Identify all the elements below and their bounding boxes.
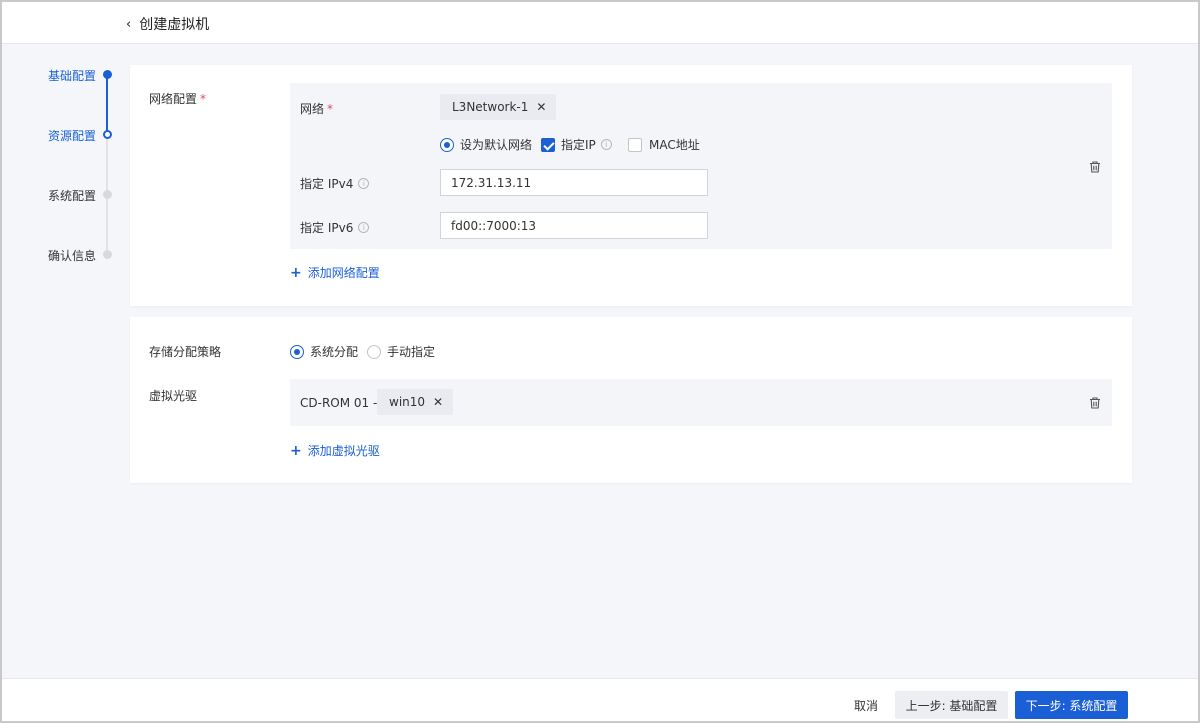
default-network-label: 设为默认网络	[460, 138, 533, 152]
network-label: 网络 *	[300, 100, 333, 117]
close-icon[interactable]: ✕	[433, 395, 443, 409]
info-icon: i	[358, 222, 370, 233]
virtual-cdrom-label: 虚拟光驱	[149, 389, 198, 403]
storage-strategy-label: 存储分配策略	[149, 345, 222, 359]
radio-icon[interactable]	[440, 137, 454, 152]
step-dot	[103, 70, 112, 79]
step-system-config[interactable]: 系统配置	[2, 185, 114, 205]
ipv4-input[interactable]: 172.31.13.11	[440, 169, 708, 196]
footer-bar: 取消 上一步: 基础配置 下一步: 系统配置	[2, 678, 1198, 721]
system-allocation-radio[interactable]: 系统分配	[290, 343, 358, 360]
cancel-button[interactable]: 取消	[838, 691, 894, 719]
step-label: 确认信息	[47, 249, 96, 263]
specify-ip-checkbox[interactable]: 指定IP i	[541, 136, 612, 153]
ipv4-label-text: 指定 IPv4	[300, 177, 354, 191]
manual-assign-radio[interactable]: 手动指定	[367, 343, 435, 360]
close-icon[interactable]: ✕	[536, 100, 546, 114]
cdrom-tag[interactable]: win10 ✕	[377, 389, 454, 415]
ipv6-label-text: 指定 IPv6	[300, 221, 354, 235]
storage-config-card: 存储分配策略 系统分配 手动指定 虚拟光驱 CD-ROM 01 - win10 …	[130, 317, 1132, 483]
system-allocation-label: 系统分配	[310, 345, 359, 359]
step-label: 系统配置	[47, 189, 96, 203]
network-label-text: 网络	[300, 102, 325, 116]
app-window: ‹ 创建虚拟机 基础配置 资源配置 系统配置 确认信息 网络配置 * 网络 * …	[0, 0, 1200, 723]
checkbox-icon[interactable]	[628, 137, 642, 152]
cdrom-item-panel: CD-ROM 01 - win10 ✕	[290, 379, 1112, 426]
page-header: ‹ 创建虚拟机	[2, 2, 1198, 44]
radio-icon[interactable]	[290, 344, 304, 359]
default-network-radio[interactable]: 设为默认网络	[440, 136, 532, 153]
specify-ip-label: 指定IP	[561, 138, 596, 152]
network-tag[interactable]: L3Network-1 ✕	[440, 94, 557, 120]
plus-icon: +	[290, 442, 302, 459]
add-network-config-button[interactable]: + 添加网络配置	[290, 264, 380, 281]
mac-address-checkbox[interactable]: MAC地址	[628, 136, 700, 153]
network-config-label-text: 网络配置	[149, 92, 198, 106]
radio-icon[interactable]	[367, 344, 381, 359]
step-dot	[103, 190, 112, 199]
plus-icon: +	[290, 264, 302, 281]
ipv4-value: 172.31.13.11	[451, 175, 532, 190]
network-config-label: 网络配置 *	[149, 90, 206, 107]
add-network-config-label: 添加网络配置	[307, 266, 380, 280]
network-tag-label: L3Network-1	[452, 100, 529, 114]
cdrom-tag-label: win10	[389, 395, 426, 409]
step-dot	[103, 250, 112, 259]
manual-assign-label: 手动指定	[387, 345, 436, 359]
step-indicator: 基础配置 资源配置 系统配置 确认信息	[2, 62, 122, 282]
required-mark: *	[200, 92, 207, 106]
ipv6-label: 指定 IPv6 i	[300, 219, 370, 236]
network-item-panel: 网络 * L3Network-1 ✕ 设为默认网络 指定IP i MAC地址 指定…	[290, 83, 1112, 249]
ipv6-input[interactable]: fd00::7000:13	[440, 212, 708, 239]
checkbox-icon[interactable]	[541, 137, 555, 152]
info-icon: i	[358, 178, 370, 189]
trash-icon[interactable]	[1088, 396, 1102, 410]
mac-address-label: MAC地址	[649, 138, 700, 152]
trash-icon[interactable]	[1088, 160, 1102, 174]
step-resource-config[interactable]: 资源配置	[2, 125, 114, 145]
next-step-button[interactable]: 下一步: 系统配置	[1015, 691, 1128, 719]
cdrom-prefix: CD-ROM 01 -	[300, 396, 378, 410]
step-basic-config[interactable]: 基础配置	[2, 65, 114, 85]
add-virtual-cdrom-label: 添加虚拟光驱	[307, 444, 380, 458]
chevron-left-icon[interactable]: ‹	[126, 17, 131, 32]
back-button[interactable]: ‹ 创建虚拟机	[126, 14, 209, 34]
ipv6-value: fd00::7000:13	[451, 218, 537, 233]
info-icon: i	[600, 139, 612, 150]
ipv4-label: 指定 IPv4 i	[300, 175, 370, 192]
step-label: 基础配置	[47, 69, 96, 83]
add-virtual-cdrom-button[interactable]: + 添加虚拟光驱	[290, 442, 380, 459]
step-confirm-info[interactable]: 确认信息	[2, 245, 114, 265]
step-label: 资源配置	[47, 129, 96, 143]
network-config-card: 网络配置 * 网络 * L3Network-1 ✕ 设为默认网络 指定IP i MA…	[130, 65, 1132, 306]
previous-step-button[interactable]: 上一步: 基础配置	[895, 691, 1008, 719]
required-mark: *	[327, 102, 334, 116]
step-dot	[103, 130, 112, 139]
page-title: 创建虚拟机	[139, 17, 210, 33]
